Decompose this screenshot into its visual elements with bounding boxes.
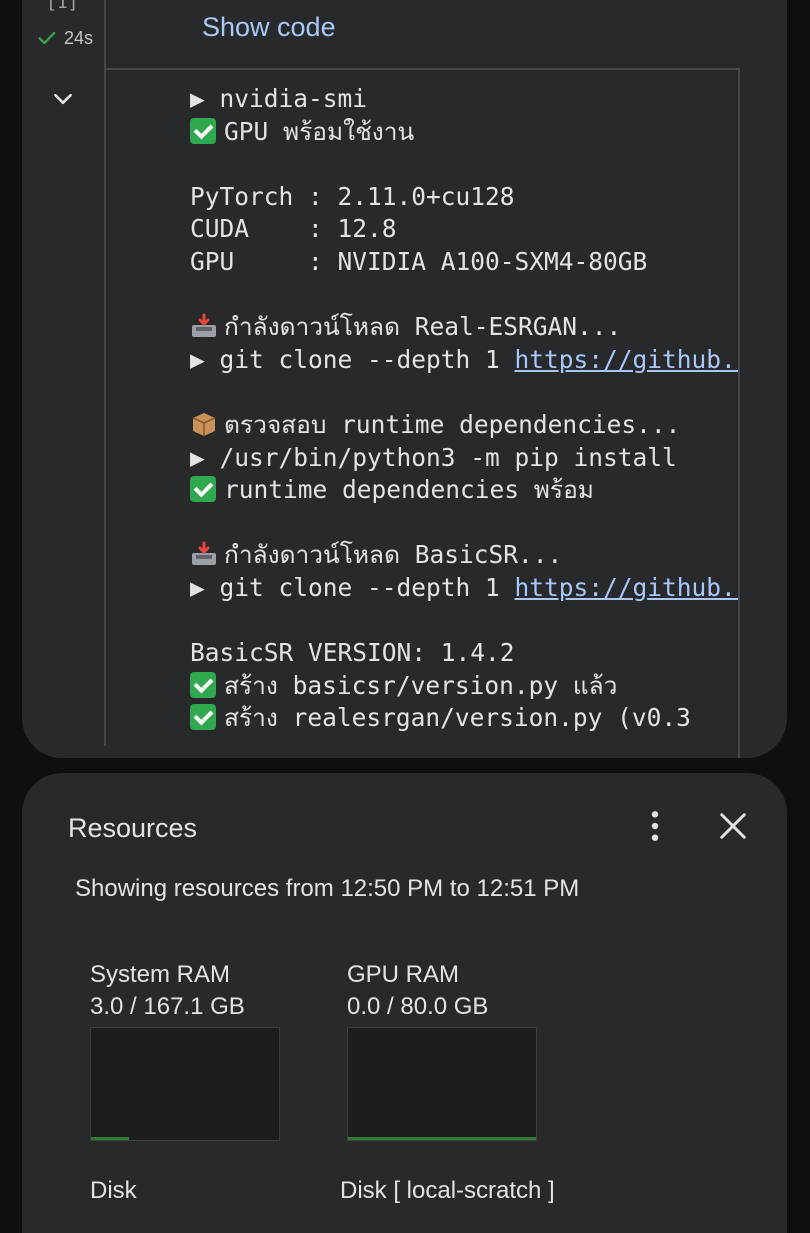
output-top-divider (106, 68, 740, 70)
metric-usage-line (348, 1137, 536, 1140)
metric-graph (347, 1027, 537, 1141)
output-line: CUDA : 12.8 (190, 213, 738, 246)
output-line: สร้าง basicsr/version.py แล้ว (190, 670, 738, 703)
output-text: กำลังดาวน์โหลด Real-ESRGAN... (224, 312, 622, 342)
execution-status: 24s (36, 27, 93, 49)
local-scratch-disk-label: Disk [ local-scratch ] (340, 1177, 555, 1204)
notebook-cell: [1] 24s Show code ▶ nvidia-smi GPU พร้อมใ… (22, 0, 787, 758)
output-text: ▶ nvidia-smi (190, 84, 368, 113)
output-text: ตรวจสอบ runtime dependencies... (224, 409, 681, 439)
output-line: BasicSR VERSION: 1.4.2 (190, 637, 738, 670)
more-vert-icon[interactable] (642, 809, 668, 843)
metric-label: GPU RAM (347, 961, 460, 988)
output-text: BasicSR VERSION: 1.4.2 (190, 638, 515, 668)
output-text: สร้าง realesrgan/version.py (v0.3 (224, 703, 691, 733)
check-box-icon (190, 704, 216, 731)
check-box-icon (190, 117, 216, 144)
output-text: ▶ /usr/bin/python3 -m pip install (190, 442, 677, 472)
output-right-divider (738, 68, 740, 758)
output-line: ตรวจสอบ runtime dependencies... (190, 409, 738, 442)
gpu-ram-metric: GPU RAM 0.0 / 80.0 GB (347, 959, 577, 1141)
check-box-icon (190, 476, 216, 503)
output-line: ▶ git clone --depth 1 https://github.com… (190, 344, 738, 377)
gutter-divider (104, 0, 106, 746)
output-line: กำลังดาวน์โหลด BasicSR... (190, 539, 738, 572)
output-text: runtime dependencies พร้อม (224, 475, 594, 505)
inbox-icon (192, 541, 216, 566)
metric-value: 0.0 / 80.0 GB (347, 993, 489, 1020)
metric-usage-line (91, 1137, 129, 1140)
output-line: ▶ /usr/bin/python3 -m pip install (190, 442, 738, 475)
close-icon[interactable] (718, 811, 748, 841)
output-text: CUDA : 12.8 (190, 214, 397, 244)
show-code-link[interactable]: Show code (202, 12, 336, 43)
time-range-text: Showing resources from 12:50 PM to 12:51… (75, 875, 580, 902)
output-line: GPU : NVIDIA A100-SXM4-80GB (190, 246, 738, 279)
panel-title: Resources (68, 813, 198, 843)
cell-output: ▶ nvidia-smi GPU พร้อมใช้งาน PyTorch : 2.1… (190, 83, 738, 735)
output-text: กำลังดาวน์โหลด BasicSR... (224, 540, 563, 570)
disk-metric-label: Disk (90, 1177, 137, 1204)
output-text: GPU : NVIDIA A100-SXM4-80GB (190, 246, 648, 276)
output-line: ▶ git clone --depth 1 https://github.com… (190, 572, 738, 605)
check-box-icon (190, 671, 216, 698)
output-line: สร้าง realesrgan/version.py (v0.3 (190, 702, 738, 735)
execution-count: [1] (46, 0, 79, 13)
output-line: กำลังดาวน์โหลด Real-ESRGAN... (190, 311, 738, 344)
output-text: ▶ git clone --depth 1 (190, 572, 515, 602)
output-line: runtime dependencies พร้อม (190, 474, 738, 507)
check-icon (38, 31, 56, 45)
metric-label: System RAM (90, 961, 231, 988)
execution-time: 24s (64, 27, 94, 48)
output-line: PyTorch : 2.11.0+cu128 (190, 181, 738, 214)
resources-panel: Resources Showing resources from 12:50 P… (22, 773, 787, 1233)
output-text: ▶ git clone --depth 1 (190, 344, 515, 374)
metric-value: 3.0 / 167.1 GB (90, 993, 245, 1020)
output-link[interactable]: https://github.com/XPixelGroup/BasicSR (515, 573, 738, 602)
inbox-icon (192, 313, 216, 338)
output-link[interactable]: https://github.com/xinntao/Real-ESRGAN (515, 345, 738, 374)
output-line: GPU พร้อมใช้งาน (190, 116, 738, 149)
metric-graph (90, 1027, 280, 1141)
output-line: ▶ nvidia-smi (190, 83, 738, 116)
package-icon (192, 412, 216, 436)
chevron-down-icon[interactable] (50, 86, 76, 112)
cell-gutter: [1] 24s (22, 0, 104, 758)
output-text: GPU พร้อมใช้งาน (224, 116, 415, 146)
system-ram-metric: System RAM 3.0 / 167.1 GB (90, 959, 320, 1141)
output-text: PyTorch : 2.11.0+cu128 (190, 181, 515, 211)
output-text: สร้าง basicsr/version.py แล้ว (224, 670, 618, 700)
